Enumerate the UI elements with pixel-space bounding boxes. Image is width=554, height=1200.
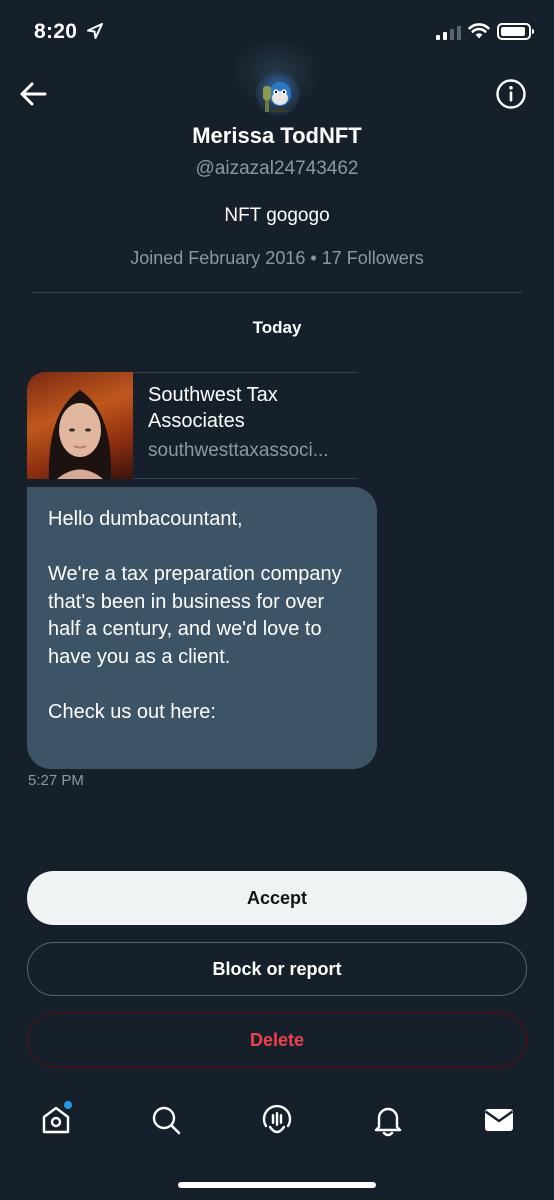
status-time: 8:20 bbox=[34, 20, 78, 43]
link-card-image bbox=[27, 372, 133, 479]
tab-messages[interactable] bbox=[481, 1102, 517, 1138]
message-bubble[interactable]: Hello dumbacountant, We're a tax prepara… bbox=[27, 487, 377, 769]
link-card-domain: southwesttaxassoci... bbox=[148, 440, 329, 461]
delete-button[interactable]: Delete bbox=[27, 1013, 527, 1067]
tab-notifications[interactable] bbox=[370, 1102, 406, 1138]
portrait-photo-icon bbox=[48, 390, 112, 479]
profile-handle[interactable]: @aizazal24743462 bbox=[0, 158, 554, 180]
accept-button[interactable]: Accept bbox=[27, 871, 527, 925]
day-separator: Today bbox=[252, 318, 302, 337]
battery-icon bbox=[497, 23, 534, 40]
back-arrow-icon[interactable] bbox=[18, 80, 48, 108]
location-arrow-icon bbox=[87, 23, 103, 39]
bell-icon bbox=[374, 1107, 402, 1137]
followers-count[interactable]: 17 Followers bbox=[322, 248, 424, 268]
profile-meta: Joined February 2016 • 17 Followers bbox=[0, 248, 554, 269]
link-preview-card[interactable]: Southwest Tax Associates southwesttaxass… bbox=[27, 372, 357, 479]
link-card-title: Southwest Tax Associates bbox=[148, 384, 278, 432]
profile-bio: NFT gogogo bbox=[224, 205, 330, 226]
divider bbox=[32, 292, 522, 293]
spaces-icon bbox=[262, 1104, 292, 1134]
mail-icon bbox=[484, 1109, 514, 1131]
home-notification-dot bbox=[64, 1101, 72, 1109]
joined-date: Joined February 2016 bbox=[130, 248, 306, 268]
avatar-image-icon bbox=[263, 82, 291, 112]
meta-separator: • bbox=[310, 248, 317, 268]
tab-home[interactable] bbox=[38, 1101, 74, 1138]
wifi-icon bbox=[468, 23, 490, 39]
home-indicator bbox=[178, 1182, 376, 1188]
tab-search[interactable] bbox=[148, 1102, 184, 1138]
info-icon[interactable] bbox=[495, 78, 527, 110]
cellular-signal-icon bbox=[436, 24, 461, 40]
delete-button-label: Delete bbox=[249, 1030, 305, 1050]
search-icon bbox=[152, 1106, 181, 1135]
bottom-tab-bar bbox=[0, 1090, 554, 1160]
tab-spaces[interactable] bbox=[259, 1102, 295, 1138]
message-timestamp: 5:27 PM bbox=[28, 772, 84, 789]
profile-avatar[interactable] bbox=[256, 72, 300, 116]
block-or-report-button[interactable]: Block or report bbox=[27, 942, 527, 996]
profile-display-name[interactable]: Merissa TodNFT bbox=[0, 123, 554, 149]
